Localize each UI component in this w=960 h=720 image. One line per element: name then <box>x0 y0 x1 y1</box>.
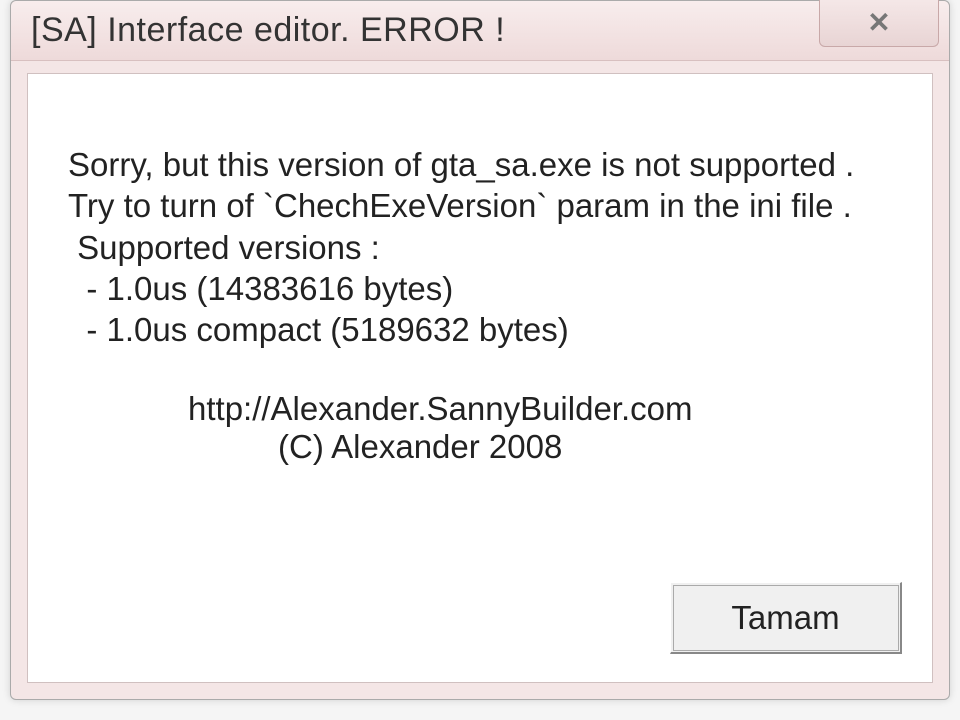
ok-button[interactable]: Tamam <box>670 582 902 654</box>
close-button[interactable]: ✕ <box>819 0 939 47</box>
titlebar: [SA] Interface editor. ERROR ! ✕ <box>11 1 949 61</box>
error-url: http://Alexander.SannyBuilder.com <box>68 390 892 428</box>
close-icon: ✕ <box>867 6 890 39</box>
error-text-line-5: - 1.0us compact (5189632 bytes) <box>68 309 892 350</box>
error-text-line-3: Supported versions : <box>68 227 892 268</box>
error-text-line-1: Sorry, but this version of gta_sa.exe is… <box>68 144 892 185</box>
error-text-line-4: - 1.0us (14383616 bytes) <box>68 268 892 309</box>
error-text-line-2: Try to turn of `ChechExeVersion` param i… <box>68 185 892 226</box>
error-copyright: (C) Alexander 2008 <box>68 428 892 466</box>
window-title: [SA] Interface editor. ERROR ! <box>31 11 933 50</box>
client-area: Sorry, but this version of gta_sa.exe is… <box>27 73 933 683</box>
error-dialog: [SA] Interface editor. ERROR ! ✕ Sorry, … <box>10 0 950 700</box>
